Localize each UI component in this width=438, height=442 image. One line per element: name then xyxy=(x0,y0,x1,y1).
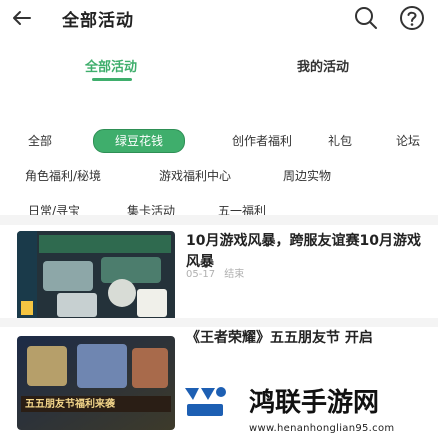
search-icon[interactable] xyxy=(352,4,380,32)
category-selected[interactable]: 绿豆花钱 xyxy=(93,129,185,153)
category-benefit-center[interactable]: 游戏福利中心 xyxy=(140,165,250,187)
tab-bar: 全部活动 我的活动 xyxy=(0,56,438,82)
arrow-left-icon[interactable] xyxy=(10,6,34,30)
category-row: 角色福利/秘境 游戏福利中心 周边实物 xyxy=(0,163,438,189)
question-icon[interactable] xyxy=(398,4,426,32)
activity-banner[interactable]: 五五朋友节福利来袭 xyxy=(17,336,175,430)
page-title: 全部活动 xyxy=(62,11,134,31)
watermark-name: 鸿联手游网 xyxy=(249,388,380,418)
watermark: 鸿联手游网 www.henanhonglian95.com xyxy=(177,378,437,442)
activity-banner-caption: 五五朋友节福利来袭 xyxy=(25,399,115,410)
tab-all-activities[interactable]: 全部活动 xyxy=(85,56,137,75)
activity-status: 结束 xyxy=(224,269,245,280)
category-forum[interactable]: 论坛 xyxy=(388,130,428,152)
activity-date-value: 05-17 xyxy=(186,269,216,280)
category-row: 全部 绿豆花钱 创作者福利 礼包 论坛 xyxy=(0,128,438,154)
category-all[interactable]: 全部 xyxy=(22,130,58,152)
category-gift-pack[interactable]: 礼包 xyxy=(320,130,360,152)
category-creator-benefits[interactable]: 创作者福利 xyxy=(222,130,302,152)
section-divider xyxy=(0,215,438,225)
tab-active-indicator xyxy=(92,78,132,81)
category-merch[interactable]: 周边实物 xyxy=(272,165,342,187)
watermark-logo-icon xyxy=(185,387,226,416)
tab-my-activities[interactable]: 我的活动 xyxy=(297,56,349,75)
category-role-benefits[interactable]: 角色福利/秘境 xyxy=(10,165,116,187)
header: 全部活动 xyxy=(0,0,438,36)
activity-banner[interactable] xyxy=(17,231,175,325)
activity-date: 05-17 结束 xyxy=(186,265,244,280)
watermark-url: www.henanhonglian95.com xyxy=(249,423,395,434)
activity-title[interactable]: 《王者荣耀》五五朋友节 开启 xyxy=(186,328,426,349)
section-divider xyxy=(0,318,438,327)
